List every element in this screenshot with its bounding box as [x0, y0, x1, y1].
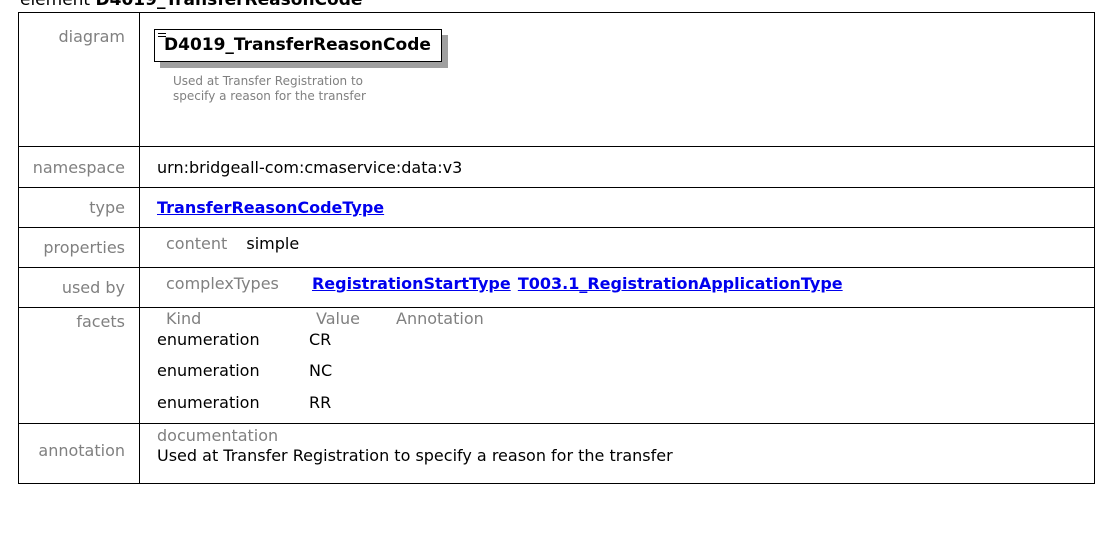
type-link[interactable]: TransferReasonCodeType [157, 198, 384, 217]
properties-label: properties [43, 238, 125, 257]
properties-value-cell: content simple [139, 227, 1095, 268]
used-by-category: complexTypes [166, 274, 279, 293]
annotation-row: annotation documentation Used at Transfe… [18, 423, 1095, 484]
type-value-cell: TransferReasonCodeType [139, 187, 1095, 228]
used-by-label: used by [61, 278, 125, 297]
used-by-row: used by complexTypes RegistrationStartTy… [18, 267, 1095, 308]
used-by-link-registration-application[interactable]: T003.1_RegistrationApplicationType [518, 274, 843, 293]
facets-label: facets [76, 312, 125, 331]
diagram-cell: D4019_TransferReasonCode Used at Transfe… [139, 12, 1095, 147]
facets-header-annotation: Annotation [396, 309, 484, 328]
annotation-label: annotation [38, 441, 125, 460]
facet-value: CR [309, 330, 332, 349]
diagram-element-box[interactable]: D4019_TransferReasonCode [154, 29, 442, 62]
annotation-value-cell: documentation Used at Transfer Registrat… [139, 423, 1095, 484]
facet-value: RR [309, 393, 332, 412]
namespace-label: namespace [32, 157, 125, 177]
namespace-label-cell: namespace [18, 146, 140, 188]
facet-row: enumeration CR [157, 329, 1094, 355]
diagram-description: Used at Transfer Registration to specify… [173, 74, 1094, 104]
namespace-value: urn:bridgeall-com:cmaservice:data:v3 [157, 157, 463, 177]
properties-row: properties content simple [18, 227, 1095, 268]
element-doc-table: diagram D4019_TransferReasonCode Used at… [18, 12, 1095, 484]
facets-label-cell: facets [18, 307, 140, 424]
lines-icon [158, 33, 166, 40]
diagram-description-line-1: Used at Transfer Registration to [173, 74, 364, 88]
diagram-label-cell: diagram [18, 12, 140, 147]
facet-kind: enumeration [157, 361, 260, 380]
properties-value: simple [246, 234, 300, 253]
properties-label-cell: properties [18, 227, 140, 268]
facets-value-cell: Kind Value Annotation enumeration CR enumer… [139, 307, 1095, 424]
type-row: type TransferReasonCodeType [18, 187, 1095, 228]
diagram-label: diagram [58, 27, 125, 46]
page-title-element-name: D4019_TransferReasonCode [95, 0, 363, 10]
page-title: element D4019_TransferReasonCode [20, 0, 362, 11]
namespace-row: namespace urn:bridgeall-com:cmaservice:d… [18, 146, 1095, 188]
diagram-row: diagram D4019_TransferReasonCode Used at… [18, 12, 1095, 147]
facet-kind: enumeration [157, 330, 260, 349]
facet-kind: enumeration [157, 393, 260, 412]
used-by-label-cell: used by [18, 267, 140, 308]
type-label: type [89, 198, 125, 217]
diagram-description-line-2: specify a reason for the transfer [173, 89, 366, 103]
annotation-label-cell: annotation [18, 423, 140, 484]
properties-key: content [166, 234, 228, 253]
facets-header: Kind Value Annotation [157, 309, 1094, 329]
type-label-cell: type [18, 187, 140, 228]
used-by-link-registration-start[interactable]: RegistrationStartType [312, 274, 511, 293]
facets-header-value: Value [316, 309, 360, 328]
diagram-element-name: D4019_TransferReasonCode [164, 35, 431, 55]
namespace-value-cell: urn:bridgeall-com:cmaservice:data:v3 [139, 146, 1095, 188]
facet-row: enumeration RR [157, 387, 1094, 419]
facets-row: facets Kind Value Annotation enumeration CR… [18, 307, 1095, 424]
annotation-text: Used at Transfer Registration to specify… [157, 446, 673, 465]
page-title-prefix: element [20, 0, 91, 10]
facet-row: enumeration NC [157, 355, 1094, 387]
used-by-value-cell: complexTypes RegistrationStartType T003.… [139, 267, 1095, 308]
facets-header-kind: Kind [166, 309, 202, 328]
annotation-key: documentation [157, 426, 279, 445]
facet-value: NC [309, 361, 333, 380]
